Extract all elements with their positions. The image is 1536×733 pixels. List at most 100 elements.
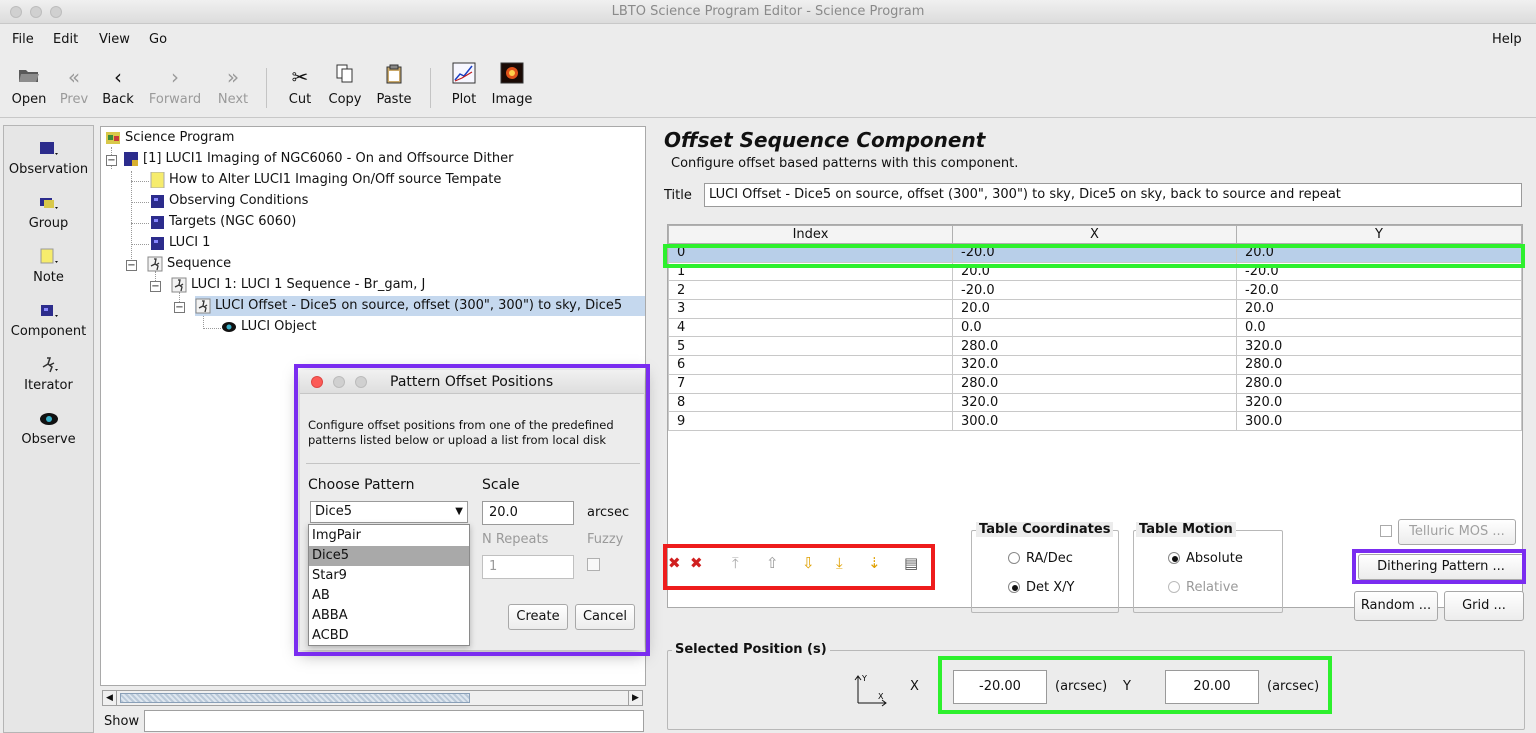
pattern-option-selected[interactable]: Dice5: [309, 546, 469, 566]
palette-component[interactable]: Component: [4, 302, 93, 339]
tree-node-sequence[interactable]: Sequence: [147, 254, 231, 274]
radio-det-xy[interactable]: Det X/Y: [1008, 580, 1074, 595]
cell-index[interactable]: 2: [668, 280, 953, 301]
menu-view[interactable]: View: [99, 32, 130, 47]
tree-node-conditions[interactable]: Observing Conditions: [149, 191, 308, 211]
palette-iterator[interactable]: Iterator: [4, 356, 93, 393]
cell-x[interactable]: 300.0: [952, 411, 1237, 431]
radio-absolute[interactable]: Absolute: [1168, 551, 1243, 566]
column-header-y[interactable]: Y: [1236, 225, 1522, 244]
cell-x[interactable]: 320.0: [952, 355, 1237, 375]
table-row[interactable]: 3 20.0 20.0: [668, 299, 1522, 319]
table-row[interactable]: 7 280.0 280.0: [668, 373, 1522, 394]
prev-button[interactable]: « Prev: [56, 62, 92, 107]
cell-x[interactable]: -20.0: [952, 243, 1237, 263]
show-field[interactable]: [144, 710, 644, 732]
scroll-right-arrow-icon[interactable]: ▶: [628, 691, 642, 705]
column-header-index[interactable]: Index: [668, 225, 953, 244]
cell-index[interactable]: 4: [668, 317, 953, 338]
tree-node-instrument[interactable]: LUCI 1: [149, 233, 210, 253]
tree-collapse-toggle[interactable]: −: [150, 281, 161, 292]
cell-x[interactable]: -20.0: [952, 280, 1237, 301]
insert-row-icon[interactable]: ⇣: [868, 554, 881, 572]
table-edit-icon[interactable]: ▤: [904, 554, 918, 572]
random-button[interactable]: Random ...: [1354, 591, 1438, 621]
telluric-checkbox[interactable]: [1380, 525, 1392, 537]
x-value-field[interactable]: -20.00: [953, 670, 1047, 704]
move-to-top-icon[interactable]: ⤒: [732, 554, 739, 572]
tree-node-object[interactable]: LUCI Object: [221, 317, 317, 337]
cell-y[interactable]: -20.0: [1236, 261, 1522, 282]
cell-y[interactable]: 280.0: [1236, 373, 1522, 394]
dithering-pattern-button[interactable]: Dithering Pattern ...: [1358, 554, 1524, 580]
pattern-option[interactable]: ACBD: [309, 626, 469, 646]
palette-note[interactable]: Note: [4, 248, 93, 285]
tree-node-targets[interactable]: Targets (NGC 6060): [149, 212, 296, 232]
radio-relative[interactable]: Relative: [1168, 580, 1238, 595]
tree-collapse-toggle[interactable]: −: [126, 260, 137, 271]
cell-x[interactable]: 280.0: [952, 373, 1237, 394]
tree-collapse-toggle[interactable]: −: [106, 155, 117, 166]
dialog-zoom-button[interactable]: [355, 376, 367, 388]
pattern-option[interactable]: Star9: [309, 566, 469, 586]
cell-index[interactable]: 9: [668, 411, 953, 431]
move-down-icon[interactable]: ⇩: [802, 554, 815, 572]
dialog-minimize-button[interactable]: [333, 376, 345, 388]
tree-node-offset-sequence[interactable]: LUCI Offset - Dice5 on source, offset (3…: [195, 296, 645, 316]
telluric-mos-button[interactable]: Telluric MOS ...: [1398, 519, 1516, 545]
cell-x[interactable]: 20.0: [952, 261, 1237, 282]
cell-x[interactable]: 20.0: [952, 299, 1237, 319]
menu-edit[interactable]: Edit: [53, 32, 78, 47]
palette-group[interactable]: Group: [4, 194, 93, 231]
cell-y[interactable]: 300.0: [1236, 411, 1522, 431]
pattern-select[interactable]: Dice5 ▼: [310, 501, 468, 523]
cell-y[interactable]: 20.0: [1236, 243, 1522, 263]
cell-x[interactable]: 0.0: [952, 317, 1237, 338]
move-up-icon[interactable]: ⇧: [766, 554, 779, 572]
table-row[interactable]: 6 320.0 280.0: [668, 355, 1522, 375]
repeats-field[interactable]: 1: [482, 555, 574, 579]
back-button[interactable]: ‹ Back: [100, 62, 136, 107]
forward-button[interactable]: › Forward: [145, 62, 205, 107]
cell-index[interactable]: 7: [668, 373, 953, 394]
tree-node-science-program[interactable]: Science Program: [105, 128, 234, 148]
cell-y[interactable]: 320.0: [1236, 392, 1522, 413]
table-row[interactable]: 5 280.0 320.0: [668, 336, 1522, 357]
cell-index[interactable]: 6: [668, 355, 953, 375]
next-button[interactable]: » Next: [213, 62, 253, 107]
menu-file[interactable]: File: [12, 32, 34, 47]
cell-y[interactable]: 0.0: [1236, 317, 1522, 338]
cut-button[interactable]: ✂ Cut: [284, 62, 316, 107]
delete-icon[interactable]: ✖: [668, 554, 681, 572]
pattern-option[interactable]: AB: [309, 586, 469, 606]
tree-horizontal-scrollbar[interactable]: ◀ ▶: [102, 690, 643, 706]
table-row[interactable]: 2 -20.0 -20.0: [668, 280, 1522, 301]
cell-y[interactable]: -20.0: [1236, 280, 1522, 301]
grid-button[interactable]: Grid ...: [1444, 591, 1524, 621]
menu-help[interactable]: Help: [1492, 32, 1522, 47]
radio-ra-dec[interactable]: RA/Dec: [1008, 551, 1073, 566]
pattern-option[interactable]: ImgPair: [309, 526, 469, 546]
delete-all-icon[interactable]: ✖: [690, 554, 703, 572]
scale-field[interactable]: 20.0: [482, 501, 574, 525]
cell-y[interactable]: 320.0: [1236, 336, 1522, 357]
cell-index[interactable]: 3: [668, 299, 953, 319]
cell-x[interactable]: 280.0: [952, 336, 1237, 357]
table-row[interactable]: 9 300.0 300.0: [668, 411, 1522, 431]
open-button[interactable]: Open: [9, 62, 49, 107]
cell-x[interactable]: 320.0: [952, 392, 1237, 413]
cell-y[interactable]: 20.0: [1236, 299, 1522, 319]
scroll-thumb[interactable]: [120, 693, 470, 703]
y-value-field[interactable]: 20.00: [1165, 670, 1259, 704]
palette-observe[interactable]: Observe: [4, 410, 93, 447]
pattern-option[interactable]: ABBA: [309, 606, 469, 626]
tree-node-program[interactable]: [1] LUCI1 Imaging of NGC6060 - On and Of…: [123, 149, 514, 169]
title-field[interactable]: LUCI Offset - Dice5 on source, offset (3…: [704, 183, 1522, 207]
paste-button[interactable]: Paste: [373, 62, 415, 107]
cell-index[interactable]: 1: [668, 261, 953, 282]
dialog-close-button[interactable]: [311, 376, 323, 388]
scroll-left-arrow-icon[interactable]: ◀: [103, 691, 117, 705]
palette-observation[interactable]: Observation: [4, 140, 93, 177]
table-row[interactable]: 4 0.0 0.0: [668, 317, 1522, 338]
cell-index[interactable]: 8: [668, 392, 953, 413]
